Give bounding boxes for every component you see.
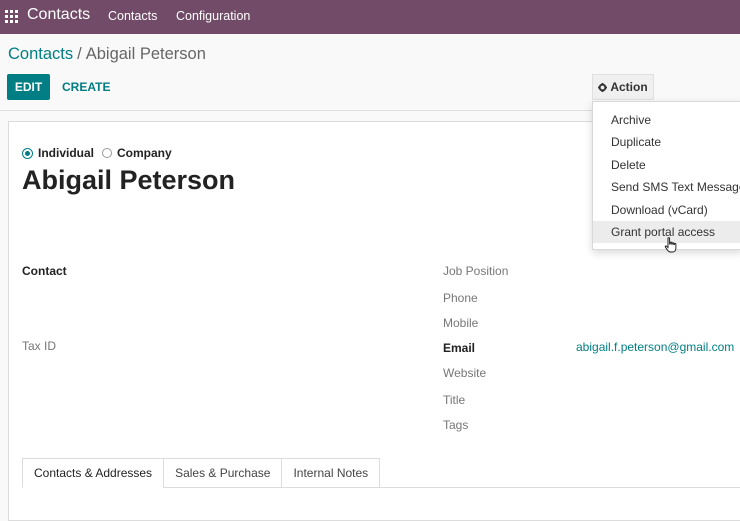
website-label: Website xyxy=(443,366,487,380)
action-dropdown-menu: Archive Duplicate Delete Send SMS Text M… xyxy=(592,101,740,250)
radio-company-label: Company xyxy=(117,146,172,160)
tab-internal-notes[interactable]: Internal Notes xyxy=(281,458,381,488)
menu-item-download-vcard[interactable]: Download (vCard) xyxy=(593,199,740,221)
notebook-tabs: Contacts & Addresses Sales & Purchase In… xyxy=(22,458,381,488)
nav-item-configuration[interactable]: Configuration xyxy=(176,9,250,23)
app-title[interactable]: Contacts xyxy=(27,6,90,24)
radio-individual-label: Individual xyxy=(38,146,95,160)
menu-item-delete[interactable]: Delete xyxy=(593,154,740,176)
email-value-link[interactable]: abigail.f.peterson@gmail.com xyxy=(576,340,734,354)
email-label: Email xyxy=(443,341,476,355)
radio-selected-icon xyxy=(22,147,33,159)
menu-item-duplicate[interactable]: Duplicate xyxy=(593,131,740,153)
apps-grid-icon[interactable] xyxy=(5,10,18,23)
hand-pointer-icon xyxy=(664,237,677,253)
mobile-label: Mobile xyxy=(443,316,479,330)
contact-label: Contact xyxy=(22,264,67,278)
edit-button[interactable]: EDIT xyxy=(7,74,50,100)
top-navbar: Contacts Contacts Configuration xyxy=(0,0,740,34)
breadcrumb-separator: / xyxy=(77,45,82,63)
tab-contacts-addresses[interactable]: Contacts & Addresses xyxy=(22,458,165,488)
tags-label: Tags xyxy=(443,418,469,432)
company-type-company[interactable]: Company xyxy=(102,146,172,160)
contact-name[interactable]: Abigail Peterson xyxy=(22,165,235,196)
nav-item-contacts[interactable]: Contacts xyxy=(108,9,157,23)
title-label: Title xyxy=(443,393,466,407)
gear-icon xyxy=(598,82,608,92)
breadcrumb-contacts-link[interactable]: Contacts xyxy=(8,45,73,63)
create-button[interactable]: CREATE xyxy=(62,74,110,100)
tax-id-label: Tax ID xyxy=(22,339,57,353)
breadcrumb: Contacts / Abigail Peterson xyxy=(8,45,206,64)
radio-unselected-icon xyxy=(102,148,112,158)
breadcrumb-current: Abigail Peterson xyxy=(85,45,206,63)
phone-label: Phone xyxy=(443,291,478,305)
tab-sales-purchase[interactable]: Sales & Purchase xyxy=(163,458,283,488)
action-button-label: Action xyxy=(610,80,648,94)
menu-item-send-sms[interactable]: Send SMS Text Message xyxy=(593,176,740,198)
action-button[interactable]: Action xyxy=(592,74,654,100)
job-position-label: Job Position xyxy=(443,264,509,278)
menu-item-archive[interactable]: Archive xyxy=(593,109,740,131)
company-type-individual[interactable]: Individual xyxy=(22,146,94,160)
